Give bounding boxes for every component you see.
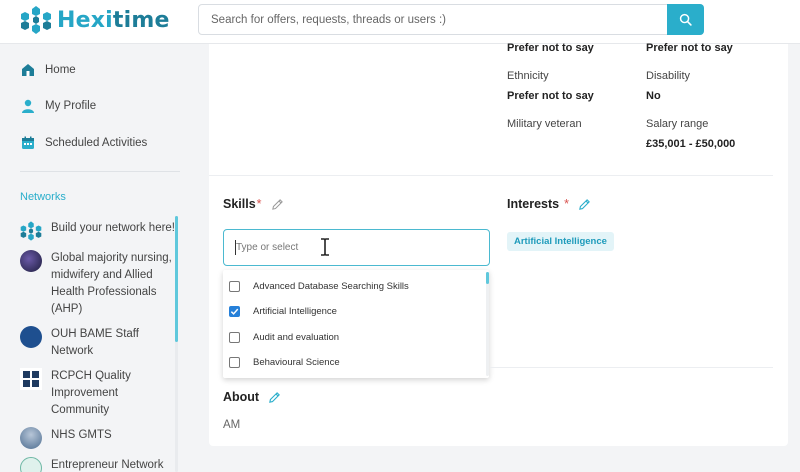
military-veteran-field: Military veteran (507, 118, 582, 130)
logo-text-suffix: time (112, 7, 170, 33)
network-avatar-icon (20, 250, 42, 272)
edit-interests-pencil-icon[interactable] (578, 198, 591, 211)
sidebar: Home My Profile Scheduled Activities Net… (0, 44, 190, 472)
skills-heading: Skills * (223, 197, 284, 211)
network-item[interactable]: Entrepreneur Network (20, 457, 178, 472)
military-veteran-label: Military veteran (507, 118, 582, 130)
network-item[interactable]: NHS GMTS (20, 427, 178, 449)
checkbox[interactable] (229, 332, 240, 343)
profile-field-value: Prefer not to say (646, 42, 733, 54)
networks-heading: Networks (20, 191, 66, 203)
skills-title: Skills (223, 197, 256, 211)
required-marker: * (256, 197, 262, 211)
networks-list: Build your network here! Global majority… (20, 220, 178, 472)
skills-input[interactable]: Type or select (223, 229, 490, 266)
sidebar-item-home[interactable]: Home (20, 62, 76, 78)
network-item[interactable]: RCPCH Quality Improvement Community (20, 368, 178, 419)
dropdown-scrollbar-track[interactable] (486, 272, 489, 376)
network-item[interactable]: Global majority nursing, midwifery and A… (20, 250, 178, 318)
interests-title: Interests (507, 197, 560, 211)
logo-text-prefix: Hexi (57, 7, 113, 33)
disability-field: Disability No (646, 70, 690, 102)
network-item-label: Global majority nursing, midwifery and A… (51, 252, 172, 315)
sidebar-item-label: Home (45, 64, 76, 76)
network-item-label: Entrepreneur Network (51, 459, 164, 471)
logo-text: Hexitime (57, 8, 170, 33)
sidebar-scrollbar-thumb[interactable] (175, 216, 178, 342)
skill-option-label: Artificial Intelligence (253, 306, 337, 317)
i-beam-cursor-icon (321, 238, 329, 256)
skill-option[interactable]: Behavioural Science (229, 357, 340, 368)
search-input[interactable] (199, 5, 659, 34)
about-text: AM (223, 419, 241, 431)
network-item-label: NHS GMTS (51, 429, 112, 441)
salary-range-label: Salary range (646, 118, 709, 130)
skills-input-placeholder: Type or select (236, 242, 299, 253)
skill-option[interactable]: Audit and evaluation (229, 332, 339, 343)
ethnicity-value: Prefer not to say (507, 90, 594, 102)
search-icon (679, 13, 692, 26)
skill-option-label: Audit and evaluation (253, 332, 340, 343)
search-bar (198, 4, 704, 35)
sidebar-item-scheduled-activities[interactable]: Scheduled Activities (20, 135, 147, 151)
section-divider (490, 367, 773, 368)
profile-field-value: Prefer not to say (507, 42, 594, 54)
skill-option[interactable]: Artificial Intelligence (229, 306, 337, 317)
about-title: About (223, 390, 260, 404)
interest-tag: Artificial Intelligence (507, 232, 614, 251)
user-icon (20, 98, 36, 114)
search-button[interactable] (667, 4, 704, 35)
required-marker: * (564, 197, 569, 211)
about-heading: About (223, 390, 281, 404)
calendar-icon (20, 135, 36, 151)
entrepreneur-avatar-icon (20, 457, 42, 472)
dropdown-scrollbar-thumb[interactable] (486, 272, 489, 284)
home-icon (20, 62, 36, 78)
hexitime-logo-icon (21, 6, 51, 34)
sidebar-item-label: My Profile (45, 100, 97, 112)
checkmark-icon (230, 308, 239, 315)
checkbox[interactable] (229, 281, 240, 292)
hexitime-logo-icon (20, 220, 42, 242)
nhs-gmts-avatar-icon (20, 427, 42, 449)
network-item-label: RCPCH Quality Improvement Community (51, 370, 131, 416)
edit-skills-pencil-icon[interactable] (271, 198, 284, 211)
checkbox-checked[interactable] (229, 306, 240, 317)
skill-option-label: Advanced Database Searching Skills (253, 281, 409, 292)
salary-range-field: Salary range £35,001 - £50,000 (646, 118, 735, 150)
skill-option[interactable]: Advanced Database Searching Skills (229, 281, 409, 292)
ouh-bame-logo-icon (20, 326, 42, 348)
interests-heading: Interests * (507, 197, 591, 211)
checkbox[interactable] (229, 357, 240, 368)
sidebar-divider (20, 171, 180, 172)
sidebar-item-label: Scheduled Activities (45, 137, 148, 149)
disability-value: No (646, 90, 661, 102)
ethnicity-field: Ethnicity Prefer not to say (507, 70, 594, 102)
ethnicity-label: Ethnicity (507, 70, 549, 82)
skills-dropdown: Advanced Database Searching Skills Artif… (223, 270, 489, 378)
top-header: Hexitime (0, 0, 800, 44)
edit-about-pencil-icon[interactable] (268, 391, 281, 404)
hexitime-logo[interactable]: Hexitime (20, 4, 170, 36)
network-item[interactable]: Build your network here! (20, 220, 178, 242)
network-item-label: OUH BAME Staff Network (51, 328, 139, 357)
network-item[interactable]: OUH BAME Staff Network (20, 326, 178, 360)
rcpch-logo-icon (20, 368, 42, 390)
skill-option-label: Behavioural Science (253, 357, 340, 368)
network-item-label: Build your network here! (51, 222, 176, 234)
sidebar-item-profile[interactable]: My Profile (20, 98, 96, 114)
disability-label: Disability (646, 70, 691, 82)
field-value-top-left: Prefer not to say (507, 42, 594, 54)
field-value-top-right: Prefer not to say (646, 42, 733, 54)
salary-range-value: £35,001 - £50,000 (646, 138, 736, 150)
section-divider (209, 175, 773, 176)
